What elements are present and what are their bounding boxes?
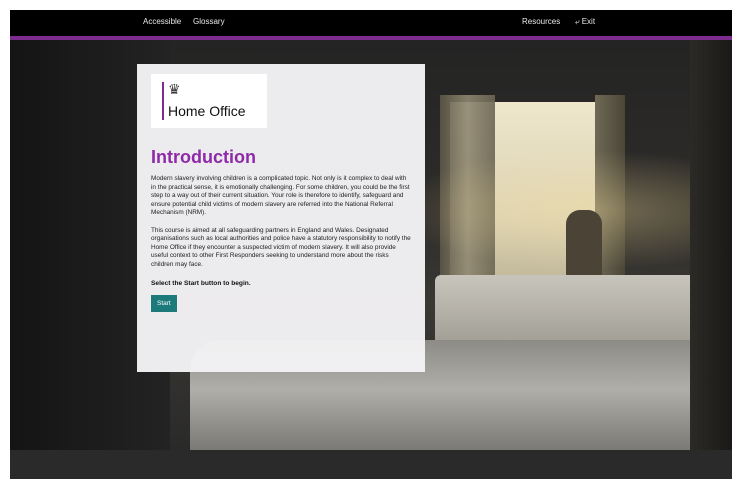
- footer-bar: [10, 450, 732, 479]
- app-frame: Accessible Glossary Resources ⤶ Exit ♛ H…: [10, 10, 732, 479]
- start-prompt: Select the Start button to begin.: [151, 280, 251, 287]
- page-title: Introduction: [151, 147, 256, 167]
- resources-link[interactable]: Resources: [522, 17, 560, 26]
- logo-org-name: Home Office: [168, 103, 246, 119]
- exit-label: Exit: [581, 17, 596, 26]
- reply-arrow-icon: ⤶: [575, 17, 580, 26]
- intro-paragraph-2: This course is aimed at all safeguarding…: [151, 226, 411, 268]
- intro-paragraph-1: Modern slavery involving children is a c…: [151, 175, 410, 216]
- home-office-logo: ♛ Home Office: [151, 74, 267, 128]
- accessible-link[interactable]: Accessible: [143, 17, 181, 26]
- glossary-link[interactable]: Glossary: [193, 17, 225, 26]
- exit-button[interactable]: ⤶ Exit: [575, 17, 595, 27]
- start-button[interactable]: Start: [151, 295, 177, 312]
- seated-figure: [566, 210, 602, 280]
- introduction-panel: ♛ Home Office Introduction Modern slaver…: [137, 64, 425, 372]
- far-bed: [435, 275, 695, 345]
- royal-crest-icon: ♛: [168, 81, 181, 97]
- top-navigation-bar: Accessible Glossary Resources ⤶ Exit: [10, 10, 732, 36]
